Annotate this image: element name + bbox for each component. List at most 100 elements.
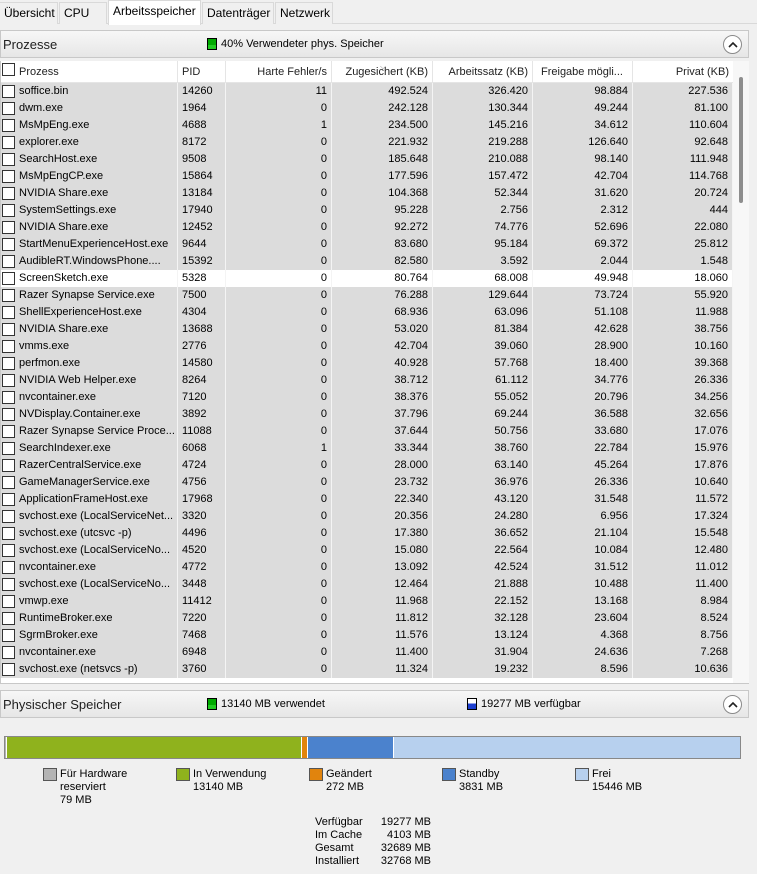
column-header-private[interactable]: Privat (KB): [633, 61, 733, 83]
processes-section-header[interactable]: Prozesse 40% Verwendeter phys. Speicher: [0, 30, 749, 58]
row-checkbox[interactable]: [2, 459, 15, 472]
row-checkbox[interactable]: [2, 646, 15, 659]
select-all-checkbox[interactable]: [2, 63, 15, 76]
tab-memory[interactable]: Arbeitsspeicher: [108, 0, 201, 25]
row-checkbox[interactable]: [2, 595, 15, 608]
table-row[interactable]: StartMenuExperienceHost.exe 9644 0 83.680 95…: [1, 236, 733, 253]
row-checkbox[interactable]: [2, 476, 15, 489]
row-checkbox[interactable]: [2, 102, 15, 115]
row-checkbox[interactable]: [2, 323, 15, 336]
row-checkbox[interactable]: [2, 561, 15, 574]
row-checkbox[interactable]: [2, 187, 15, 200]
tab-disk[interactable]: Datenträger: [202, 2, 274, 24]
legend-value: 272 MB: [326, 781, 364, 793]
table-row[interactable]: MsMpEngCP.exe 15864 0 177.596 157.472 42.704 1…: [1, 168, 733, 185]
row-checkbox[interactable]: [2, 612, 15, 625]
row-checkbox[interactable]: [2, 425, 15, 438]
row-checkbox[interactable]: [2, 238, 15, 251]
cell-working-set: 50.756: [433, 423, 533, 440]
table-row[interactable]: nvcontainer.exe 7120 0 38.376 55.052 20.796 34…: [1, 389, 733, 406]
table-row[interactable]: NVDisplay.Container.exe 3892 0 37.796 69.244…: [1, 406, 733, 423]
scrollbar-thumb[interactable]: [739, 77, 743, 203]
table-row[interactable]: RuntimeBroker.exe 7220 0 11.812 32.128 23.604…: [1, 610, 733, 627]
row-checkbox[interactable]: [2, 408, 15, 421]
table-row[interactable]: explorer.exe 8172 0 221.932 219.288 126.640 92…: [1, 134, 733, 151]
table-row[interactable]: dwm.exe 1964 0 242.128 130.344 49.244 81.100: [1, 100, 733, 117]
row-checkbox[interactable]: [2, 374, 15, 387]
column-header-hard-faults[interactable]: Harte Fehler/s: [226, 61, 332, 83]
table-row[interactable]: soffice.bin 14260 11 492.524 326.420 98.884 22…: [1, 83, 733, 100]
table-row[interactable]: NVIDIA Share.exe 13184 0 104.368 52.344 31.62…: [1, 185, 733, 202]
row-checkbox[interactable]: [2, 391, 15, 404]
table-row[interactable]: vmwp.exe 11412 0 11.968 22.152 13.168 8.984: [1, 593, 733, 610]
column-header-working-set[interactable]: Arbeitssatz (KB): [433, 61, 533, 83]
table-row[interactable]: NVIDIA Share.exe 12452 0 92.272 74.776 52.696…: [1, 219, 733, 236]
table-row[interactable]: Razer Synapse Service Proce... 11088 0 37.6…: [1, 423, 733, 440]
row-checkbox[interactable]: [2, 170, 15, 183]
table-row[interactable]: ApplicationFrameHost.exe 17968 0 22.340 43.1…: [1, 491, 733, 508]
cell-working-set: 42.524: [433, 559, 533, 576]
row-checkbox[interactable]: [2, 578, 15, 591]
row-checkbox[interactable]: [2, 255, 15, 268]
table-row[interactable]: RazerCentralService.exe 4724 0 28.000 63.140…: [1, 457, 733, 474]
row-checkbox[interactable]: [2, 357, 15, 370]
tab-overview[interactable]: Übersicht: [0, 2, 58, 24]
collapse-processes-button[interactable]: [723, 35, 742, 54]
row-checkbox[interactable]: [2, 629, 15, 642]
row-checkbox[interactable]: [2, 493, 15, 506]
collapse-physical-memory-button[interactable]: [723, 695, 742, 714]
row-checkbox[interactable]: [2, 306, 15, 319]
table-row[interactable]: ShellExperienceHost.exe 4304 0 68.936 63.096…: [1, 304, 733, 321]
table-row[interactable]: NVIDIA Web Helper.exe 8264 0 38.712 61.112 34…: [1, 372, 733, 389]
table-scrollbar[interactable]: [733, 61, 749, 683]
row-checkbox[interactable]: [2, 289, 15, 302]
table-row[interactable]: AudibleRT.WindowsPhone.... 15392 0 82.580 3.…: [1, 253, 733, 270]
row-checkbox[interactable]: [2, 442, 15, 455]
cell-working-set: 39.060: [433, 338, 533, 355]
row-checkbox[interactable]: [2, 663, 15, 676]
row-checkbox[interactable]: [2, 510, 15, 523]
row-checkbox[interactable]: [2, 340, 15, 353]
table-row[interactable]: svchost.exe (LocalServiceNo... 3448 0 12.46…: [1, 576, 733, 593]
table-row[interactable]: SearchIndexer.exe 6068 1 33.344 38.760 22.784…: [1, 440, 733, 457]
cell-process-name: NVIDIA Share.exe: [1, 219, 178, 236]
tab-cpu[interactable]: CPU: [59, 2, 107, 24]
column-header-shareable[interactable]: Freigabe mögli...: [533, 61, 633, 83]
cell-committed: 23.732: [332, 474, 433, 491]
table-row[interactable]: SystemSettings.exe 17940 0 95.228 2.756 2.312…: [1, 202, 733, 219]
column-header-process[interactable]: Prozess: [1, 61, 178, 83]
table-row[interactable]: SgrmBroker.exe 7468 0 11.576 13.124 4.368 8.75…: [1, 627, 733, 644]
table-row[interactable]: NVIDIA Share.exe 13688 0 53.020 81.384 42.628…: [1, 321, 733, 338]
row-checkbox[interactable]: [2, 544, 15, 557]
row-checkbox[interactable]: [2, 204, 15, 217]
column-header-committed[interactable]: ⌵ Zugesichert (KB): [332, 61, 433, 83]
table-row[interactable]: svchost.exe (utcsvc -p) 4496 0 17.380 36.652…: [1, 525, 733, 542]
table-row[interactable]: MsMpEng.exe 4688 1 234.500 145.216 34.612 110.…: [1, 117, 733, 134]
cell-committed: 95.228: [332, 202, 433, 219]
row-checkbox[interactable]: [2, 221, 15, 234]
table-row[interactable]: svchost.exe (netsvcs -p) 3760 0 11.324 19.23…: [1, 661, 733, 678]
row-checkbox[interactable]: [2, 153, 15, 166]
row-checkbox[interactable]: [2, 527, 15, 540]
physical-memory-section-header[interactable]: Physischer Speicher 13140 MB verwendet 1…: [0, 690, 749, 718]
table-row[interactable]: GameManagerService.exe 4756 0 23.732 36.976 2…: [1, 474, 733, 491]
row-checkbox[interactable]: [2, 136, 15, 149]
row-checkbox[interactable]: [2, 85, 15, 98]
cell-hard-faults: 0: [226, 304, 332, 321]
table-row[interactable]: Razer Synapse Service.exe 7500 0 76.288 129.…: [1, 287, 733, 304]
table-row[interactable]: nvcontainer.exe 4772 0 13.092 42.524 31.512 11…: [1, 559, 733, 576]
cell-hard-faults: 0: [226, 593, 332, 610]
row-checkbox[interactable]: [2, 272, 15, 285]
cell-working-set: 210.088: [433, 151, 533, 168]
table-row[interactable]: SearchHost.exe 9508 0 185.648 210.088 98.140 1…: [1, 151, 733, 168]
table-row[interactable]: svchost.exe (LocalServiceNo... 4520 0 15.08…: [1, 542, 733, 559]
table-row[interactable]: perfmon.exe 14580 0 40.928 57.768 18.400 39.36…: [1, 355, 733, 372]
column-header-pid[interactable]: PID: [178, 61, 226, 83]
table-row[interactable]: ScreenSketch.exe 5328 0 80.764 68.008 49.948 1…: [1, 270, 733, 287]
table-row[interactable]: nvcontainer.exe 6948 0 11.400 31.904 24.636 7.…: [1, 644, 733, 661]
row-checkbox[interactable]: [2, 119, 15, 132]
cell-private: 110.604: [633, 117, 733, 134]
table-row[interactable]: svchost.exe (LocalServiceNet... 3320 0 20.3…: [1, 508, 733, 525]
tab-network[interactable]: Netzwerk: [275, 2, 333, 24]
table-row[interactable]: vmms.exe 2776 0 42.704 39.060 28.900 10.160: [1, 338, 733, 355]
